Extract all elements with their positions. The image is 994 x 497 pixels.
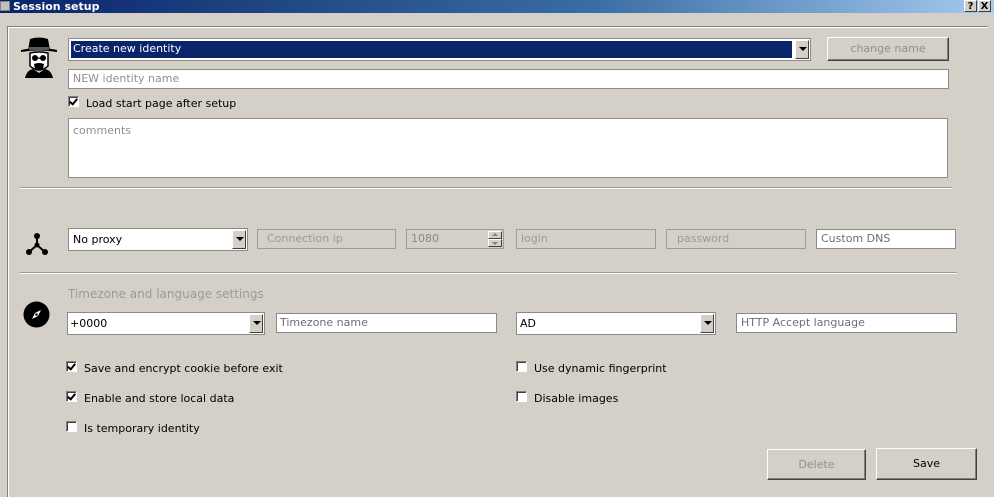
utc-offset-select[interactable]: +0000	[67, 312, 265, 335]
identity-select-value: Create new identity	[71, 41, 792, 58]
chevron-down-icon[interactable]	[700, 314, 714, 333]
divider	[20, 187, 952, 189]
http-accept-language-input[interactable]: HTTP Accept language	[736, 313, 957, 333]
chevron-down-icon[interactable]	[232, 230, 246, 249]
timezone-name-input[interactable]: Timezone name	[276, 313, 497, 333]
language-value: AD	[520, 317, 536, 330]
dynamic-fingerprint-checkbox[interactable]	[516, 361, 527, 372]
timezone-section-title: Timezone and language settings	[68, 287, 264, 301]
password-input[interactable]: password	[666, 229, 806, 249]
compass-icon	[23, 301, 50, 328]
proxy-type-select[interactable]: No proxy	[68, 228, 248, 251]
chevron-down-icon[interactable]	[249, 314, 263, 333]
port-value: 1080	[411, 232, 439, 245]
title-bar: Session setup ? X	[0, 0, 994, 13]
delete-button[interactable]: Delete	[767, 449, 866, 480]
divider	[20, 272, 957, 274]
local-data-label: Enable and store local data	[84, 392, 235, 405]
temporary-identity-checkbox[interactable]	[66, 421, 77, 432]
proxy-type-value: No proxy	[73, 233, 123, 246]
load-start-page-checkbox[interactable]	[68, 96, 79, 107]
dynamic-fingerprint-label: Use dynamic fingerprint	[534, 362, 667, 375]
identity-name-input[interactable]: NEW identity name	[68, 69, 949, 89]
comments-textarea[interactable]: comments	[68, 118, 948, 178]
chevron-down-icon[interactable]	[795, 40, 809, 59]
connection-ip-input[interactable]: Connection ip	[257, 229, 396, 249]
load-start-page-label: Load start page after setup	[86, 97, 237, 110]
identity-select[interactable]: Create new identity	[68, 38, 811, 61]
close-button[interactable]: X	[978, 0, 991, 12]
save-cookie-label: Save and encrypt cookie before exit	[84, 362, 283, 375]
utc-offset-value: +0000	[70, 317, 108, 330]
save-cookie-checkbox[interactable]	[66, 361, 77, 372]
local-data-checkbox[interactable]	[66, 391, 77, 402]
help-button[interactable]: ?	[964, 0, 977, 12]
network-nodes-icon	[26, 233, 48, 255]
temporary-identity-label: Is temporary identity	[84, 422, 200, 435]
spin-up-icon[interactable]	[488, 231, 502, 239]
disable-images-checkbox[interactable]	[516, 391, 527, 402]
custom-dns-input[interactable]: Custom DNS	[816, 229, 956, 249]
spin-down-icon[interactable]	[488, 239, 502, 247]
save-button[interactable]: Save	[876, 448, 977, 480]
window-title: Session setup	[13, 0, 100, 13]
language-select[interactable]: AD	[516, 312, 716, 335]
change-name-button[interactable]: change name	[827, 37, 949, 61]
port-spinbox[interactable]: 1080	[406, 229, 504, 249]
app-icon[interactable]	[0, 1, 10, 11]
login-input[interactable]: login	[516, 229, 656, 249]
heisenberg-avatar-icon	[21, 37, 57, 78]
disable-images-label: Disable images	[534, 392, 619, 405]
